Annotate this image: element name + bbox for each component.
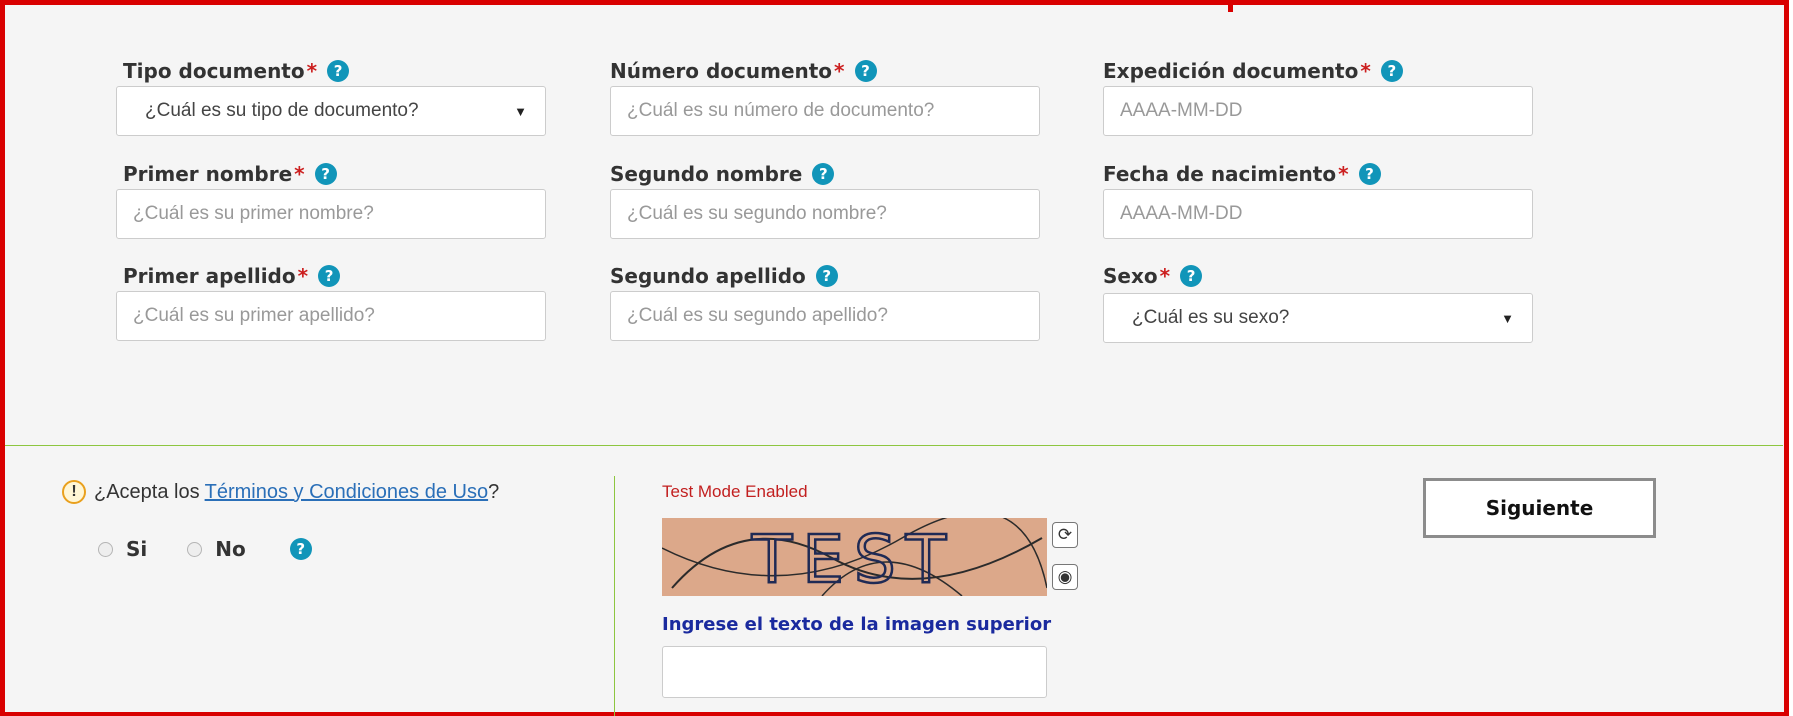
terms-radio-group: Si No ?	[98, 537, 312, 561]
sexo-select[interactable]: ¿Cuál es su sexo? ▼	[1103, 293, 1533, 343]
audio-captcha-icon[interactable]: ◉	[1052, 564, 1078, 590]
required-asterisk: *	[1360, 59, 1371, 83]
label-segundo-apellido: Segundo apellido?	[610, 264, 838, 288]
fecha-nacimiento-input[interactable]: AAAA-MM-DD	[1103, 189, 1533, 239]
numero-documento-input[interactable]: ¿Cuál es su número de documento?	[610, 86, 1040, 136]
required-asterisk: *	[294, 162, 305, 186]
input-placeholder: ¿Cuál es su primer apellido?	[133, 305, 375, 326]
help-icon[interactable]: ?	[854, 60, 877, 82]
label-numero-documento: Número documento *?	[610, 59, 877, 83]
segundo-nombre-input[interactable]: ¿Cuál es su segundo nombre?	[610, 189, 1040, 239]
label-text: Segundo nombre	[610, 162, 803, 186]
select-value: ¿Cuál es su sexo?	[1132, 307, 1290, 328]
radio-option-no[interactable]: No	[187, 537, 246, 561]
refresh-captcha-icon[interactable]: ⟳	[1052, 522, 1078, 548]
label-text: Expedición documento	[1103, 59, 1359, 83]
input-placeholder: ¿Cuál es su segundo nombre?	[627, 203, 887, 224]
help-icon[interactable]: ?	[1180, 265, 1203, 287]
radio-label: No	[215, 537, 246, 561]
label-fecha-nacimiento: Fecha de nacimiento *?	[1103, 162, 1381, 186]
radio-option-si[interactable]: Si	[98, 537, 147, 561]
required-asterisk: *	[306, 59, 318, 83]
select-value: ¿Cuál es su tipo de documento?	[145, 100, 419, 121]
frame-notch	[1228, 0, 1233, 12]
column-divider	[614, 476, 615, 716]
radio-no[interactable]	[187, 541, 203, 557]
help-icon[interactable]: ?	[812, 163, 835, 185]
expedicion-documento-input[interactable]: AAAA-MM-DD	[1103, 86, 1533, 136]
next-button[interactable]: Siguiente	[1423, 478, 1656, 538]
label-segundo-nombre: Segundo nombre?	[610, 162, 835, 186]
label-sexo: Sexo *?	[1103, 264, 1203, 288]
terms-link[interactable]: Términos y Condiciones de Uso	[205, 481, 488, 504]
frame-bottom-border	[0, 712, 1789, 716]
help-icon[interactable]: ?	[314, 163, 337, 185]
warning-icon: !	[62, 480, 86, 504]
label-text: Sexo	[1103, 264, 1158, 288]
label-text: Primer nombre	[123, 162, 293, 186]
label-expedicion-documento: Expedición documento *?	[1103, 59, 1403, 83]
label-text: Primer apellido	[123, 264, 296, 288]
help-icon[interactable]: ?	[1380, 60, 1403, 82]
label-text: Tipo documento	[123, 59, 305, 83]
required-asterisk: *	[1338, 162, 1349, 186]
primer-apellido-input[interactable]: ¿Cuál es su primer apellido?	[116, 291, 546, 341]
captcha-prompt: Ingrese el texto de la imagen superior	[662, 614, 1052, 635]
help-icon[interactable]: ?	[318, 265, 341, 287]
label-text: Segundo apellido	[610, 264, 806, 288]
tipo-documento-select[interactable]: ¿Cuál es su tipo de documento? ▼	[116, 86, 546, 136]
help-icon[interactable]: ?	[289, 538, 312, 560]
label-tipo-documento: Tipo documento *?	[123, 59, 350, 83]
label-primer-apellido: Primer apellido *?	[123, 264, 341, 288]
help-icon[interactable]: ?	[327, 60, 350, 82]
primer-nombre-input[interactable]: ¿Cuál es su primer nombre?	[116, 189, 546, 239]
terms-prefix: ¿Acepta los	[94, 480, 200, 503]
required-asterisk: *	[1159, 264, 1171, 288]
input-placeholder: ¿Cuál es su primer nombre?	[133, 203, 374, 224]
caret-down-icon: ▼	[514, 103, 527, 119]
radio-si[interactable]	[98, 541, 113, 557]
required-asterisk: *	[834, 59, 845, 83]
captcha-image: TEST	[662, 518, 1047, 596]
captcha-text: TEST	[751, 521, 956, 596]
label-primer-nombre: Primer nombre *?	[123, 162, 337, 186]
terms-suffix: ?	[488, 480, 500, 503]
radio-label: Si	[126, 537, 148, 561]
captcha-input[interactable]	[662, 646, 1047, 698]
required-asterisk: *	[297, 264, 309, 288]
input-placeholder: ¿Cuál es su número de documento?	[627, 100, 935, 121]
input-placeholder: AAAA-MM-DD	[1120, 203, 1243, 224]
segundo-apellido-input[interactable]: ¿Cuál es su segundo apellido?	[610, 291, 1040, 341]
captcha-graphic: TEST	[662, 518, 1047, 596]
label-text: Número documento	[610, 59, 833, 83]
help-icon[interactable]: ?	[1358, 163, 1381, 185]
input-placeholder: ¿Cuál es su segundo apellido?	[627, 305, 888, 326]
label-text: Fecha de nacimiento	[1103, 162, 1337, 186]
help-icon[interactable]: ?	[815, 265, 838, 287]
caret-down-icon: ▼	[1501, 310, 1514, 326]
terms-question: ! ¿Acepta los Términos y Condiciones de …	[62, 480, 499, 504]
section-divider	[5, 445, 1783, 446]
test-mode-notice: Test Mode Enabled	[662, 482, 808, 501]
input-placeholder: AAAA-MM-DD	[1120, 100, 1243, 121]
